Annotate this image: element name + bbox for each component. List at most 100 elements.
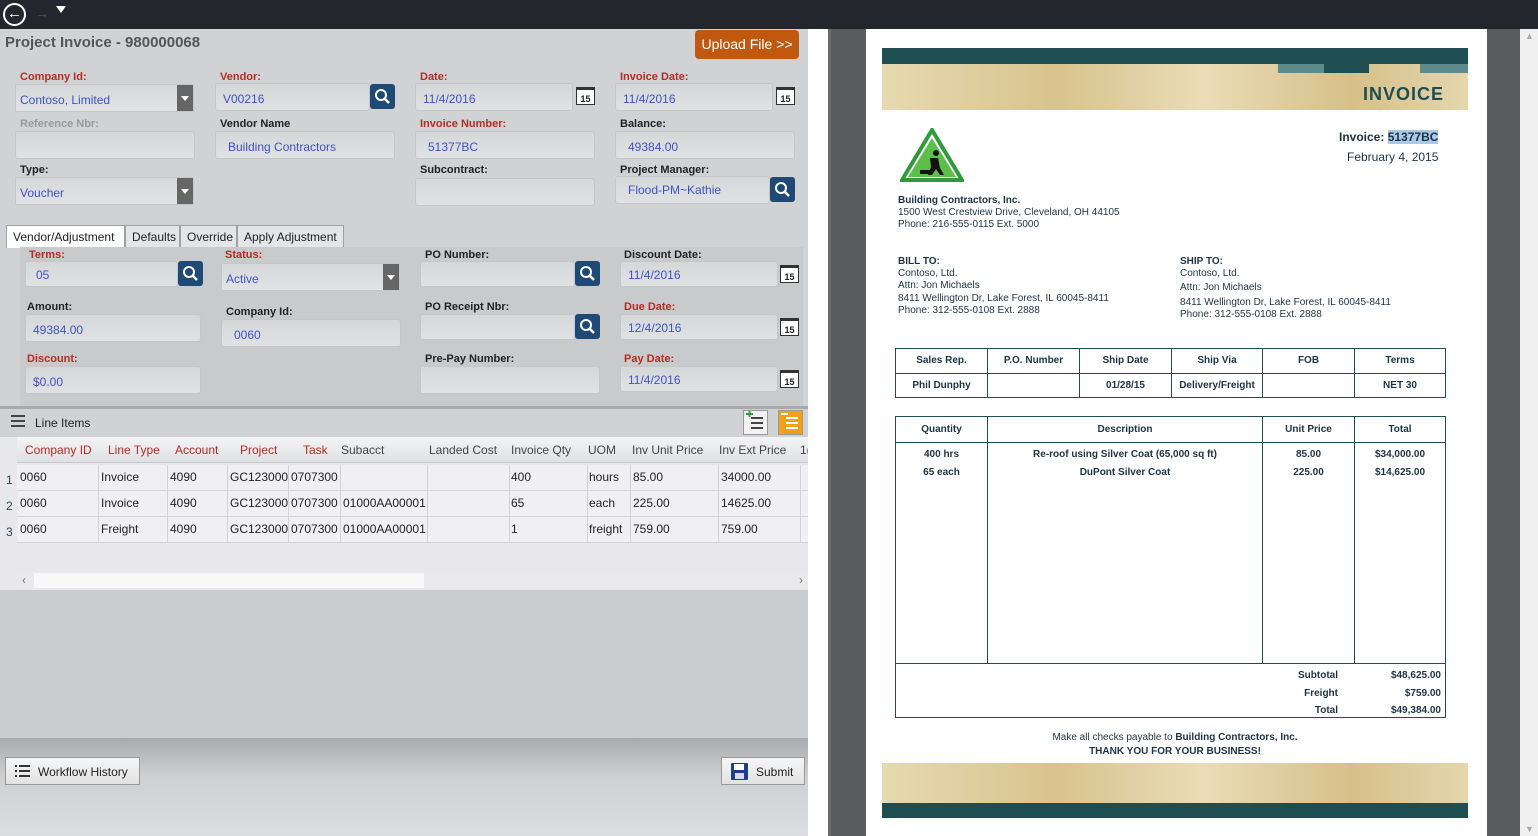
col-uom[interactable]: UOM xyxy=(588,443,616,457)
grid-cell[interactable]: 01000AA00001 xyxy=(343,522,426,536)
grid-cell[interactable]: 759.00 xyxy=(633,522,670,536)
grid-cell[interactable]: 225.00 xyxy=(633,496,670,510)
reference-nbr-field[interactable] xyxy=(15,131,195,159)
date-field[interactable]: 11/4/2016 xyxy=(415,83,573,111)
grid-divider xyxy=(630,465,631,491)
scrollbar-thumb[interactable] xyxy=(34,573,424,588)
discount-date-calendar-icon[interactable]: 15 xyxy=(780,265,799,283)
grid-cell[interactable]: 4090 xyxy=(170,470,197,484)
grid-cell[interactable]: freight xyxy=(589,522,622,536)
po-receipt-search-icon[interactable] xyxy=(575,314,600,339)
table-row[interactable]: 0060 Freight 4090 GC123000 0707300 01000AA000… xyxy=(17,517,808,543)
po-number-search-icon[interactable] xyxy=(575,261,600,286)
grid-cell[interactable]: 01000AA00001 xyxy=(343,496,426,510)
table-row[interactable]: 0060 Invoice 4090 GC123000 0707300 01000AA000… xyxy=(17,491,808,517)
submit-button[interactable]: Submit xyxy=(721,757,805,785)
tab-override[interactable]: Override xyxy=(180,225,237,247)
remove-row-icon[interactable] xyxy=(778,410,803,435)
scroll-down-icon[interactable]: ▼ xyxy=(1525,824,1534,834)
grid-cell[interactable]: 0060 xyxy=(20,496,47,510)
type-select[interactable]: Voucher xyxy=(15,177,194,205)
chevron-down-icon[interactable] xyxy=(177,85,193,111)
grid-cell[interactable]: 1 xyxy=(511,522,518,536)
due-date-calendar-icon[interactable]: 15 xyxy=(780,318,799,336)
discount-date-field[interactable]: 11/4/2016 xyxy=(620,261,778,287)
chevron-down-icon[interactable] xyxy=(177,178,193,204)
forward-arrow-icon[interactable]: → xyxy=(35,5,49,21)
horizontal-scrollbar[interactable]: ‹ › xyxy=(17,572,808,589)
vendor-field[interactable]: V00216 xyxy=(215,83,370,111)
grid-cell[interactable]: Invoice xyxy=(101,470,139,484)
grid-cell[interactable]: 14625.00 xyxy=(721,496,771,510)
tab-vendor-adjustment[interactable]: Vendor/Adjustment xyxy=(6,225,125,248)
upload-file-button[interactable]: Upload File >> xyxy=(695,30,799,59)
add-row-icon[interactable] xyxy=(743,410,768,435)
col-landed-cost[interactable]: Landed Cost xyxy=(429,443,497,457)
history-dropdown-icon[interactable] xyxy=(56,6,66,13)
grid-cell[interactable]: 0060 xyxy=(20,470,47,484)
col-project[interactable]: Project xyxy=(240,443,277,457)
grid-cell[interactable]: GC123000 xyxy=(230,470,288,484)
col-line-type[interactable]: Line Type xyxy=(108,443,160,457)
grid-cell[interactable]: each xyxy=(589,496,615,510)
scroll-left-icon[interactable]: ‹ xyxy=(22,573,26,587)
scroll-right-icon[interactable]: › xyxy=(799,573,803,587)
company-id-select[interactable]: Contoso, Limited xyxy=(15,84,194,112)
grid-cell[interactable]: 4090 xyxy=(170,522,197,536)
grid-cell[interactable]: 0707300 xyxy=(291,496,338,510)
grid-cell[interactable]: 400 xyxy=(511,470,531,484)
col-task[interactable]: Task xyxy=(303,443,328,457)
back-arrow-icon[interactable]: ← xyxy=(3,3,26,26)
grid-cell[interactable]: Freight xyxy=(101,522,138,536)
terms-field[interactable]: 05 xyxy=(25,261,178,287)
prepay-number-field[interactable] xyxy=(420,366,600,394)
workflow-history-button[interactable]: Workflow History xyxy=(5,757,140,785)
pay-date-calendar-icon[interactable]: 15 xyxy=(780,370,799,388)
grid-cell[interactable]: 65 xyxy=(511,496,524,510)
discount-field[interactable]: $0.00 xyxy=(25,366,201,394)
invoice-number-field[interactable]: 51377BC xyxy=(415,131,595,159)
col-inv-unit-price[interactable]: Inv Unit Price xyxy=(632,443,703,457)
col-company-id[interactable]: Company ID xyxy=(25,443,92,457)
project-manager-search-icon[interactable] xyxy=(770,177,795,202)
menu-icon[interactable] xyxy=(11,415,25,427)
grid-cell[interactable]: GC123000 xyxy=(230,496,288,510)
po-number-field[interactable] xyxy=(420,261,575,287)
grid-cell[interactable]: 0060 xyxy=(20,522,47,536)
grid-cell[interactable]: 0707300 xyxy=(291,522,338,536)
company-id-field[interactable]: 0060 xyxy=(221,319,401,347)
project-manager-field[interactable]: Flood-PM~Kathie xyxy=(615,176,770,204)
grid-cell[interactable]: 4090 xyxy=(170,496,197,510)
terms-search-icon[interactable] xyxy=(178,261,203,286)
pay-date-field[interactable]: 11/4/2016 xyxy=(620,366,778,392)
tab-apply-adjustment[interactable]: Apply Adjustment xyxy=(237,225,344,247)
vertical-scrollbar[interactable]: ▲ ▼ xyxy=(1520,29,1538,836)
status-select[interactable]: Active xyxy=(221,263,400,291)
amount-field[interactable]: 49384.00 xyxy=(25,314,201,342)
col-invoice-qty[interactable]: Invoice Qty xyxy=(511,443,571,457)
date-calendar-icon[interactable]: 15 xyxy=(576,87,595,105)
pay-date-label: Pay Date: xyxy=(624,353,675,365)
grid-cell[interactable]: hours xyxy=(589,470,619,484)
col-subacct[interactable]: Subacct xyxy=(341,443,384,457)
grid-divider xyxy=(509,491,510,517)
invoice-bottom-banner xyxy=(882,763,1468,818)
tab-defaults[interactable]: Defaults xyxy=(125,225,180,247)
chevron-down-icon[interactable] xyxy=(383,264,399,290)
col-account[interactable]: Account xyxy=(175,443,218,457)
invoice-date-calendar-icon[interactable]: 15 xyxy=(776,87,795,105)
vendor-search-icon[interactable] xyxy=(370,84,395,109)
grid-cell[interactable]: 759.00 xyxy=(721,522,758,536)
due-date-field[interactable]: 12/4/2016 xyxy=(620,314,778,340)
scroll-up-icon[interactable]: ▲ xyxy=(1525,31,1534,41)
grid-cell[interactable]: 34000.00 xyxy=(721,470,771,484)
subcontract-field[interactable] xyxy=(415,178,595,206)
table-row[interactable]: 0060 Invoice 4090 GC123000 0707300 400 hours 85… xyxy=(17,465,808,491)
grid-cell[interactable]: 85.00 xyxy=(633,470,663,484)
invoice-date-field[interactable]: 11/4/2016 xyxy=(615,83,773,111)
col-inv-ext-price[interactable]: Inv Ext Price xyxy=(719,443,786,457)
grid-cell[interactable]: Invoice xyxy=(101,496,139,510)
grid-cell[interactable]: GC123000 xyxy=(230,522,288,536)
grid-cell[interactable]: 0707300 xyxy=(291,470,338,484)
po-receipt-nbr-field[interactable] xyxy=(420,314,575,340)
